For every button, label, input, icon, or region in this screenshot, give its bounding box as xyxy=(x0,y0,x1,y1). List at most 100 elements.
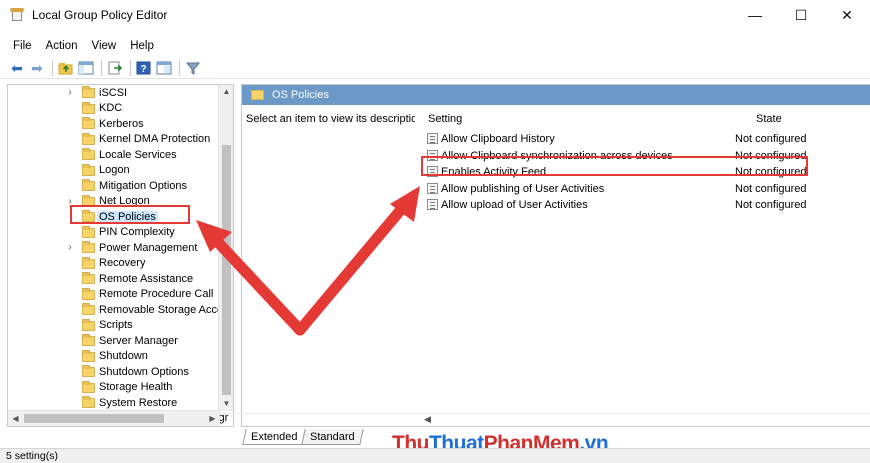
tab-extended[interactable]: Extended xyxy=(242,429,307,445)
tree-item[interactable]: KDC xyxy=(8,101,220,117)
folder-icon xyxy=(82,117,95,129)
setting-name: Allow publishing of User Activities xyxy=(441,182,605,195)
export-list-icon[interactable] xyxy=(106,59,124,77)
tree-item[interactable]: › iSCSI xyxy=(8,85,220,101)
setting-row[interactable]: Allow upload of User Activities Not confi… xyxy=(427,197,857,213)
tree-item[interactable]: Kerberos xyxy=(8,116,220,132)
tree-item[interactable]: Recovery xyxy=(8,256,220,272)
scroll-thumb[interactable] xyxy=(222,145,231,395)
expand-chevron-icon[interactable]: › xyxy=(65,242,75,253)
details-pane: OS Policies Select an item to view its d… xyxy=(241,84,870,427)
tree-item-label: Kerberos xyxy=(99,117,144,130)
setting-state: Not configured xyxy=(735,199,807,211)
folder-icon xyxy=(82,179,95,191)
tree-item-label: Locale Services xyxy=(99,148,177,161)
folder-icon xyxy=(82,272,95,284)
tree-item[interactable]: Removable Storage Access xyxy=(8,302,233,318)
menu-action[interactable]: Action xyxy=(39,40,85,52)
tree-item-label: Recovery xyxy=(99,257,146,270)
minimize-button[interactable]: — xyxy=(732,0,778,30)
expand-chevron-icon[interactable]: › xyxy=(65,87,75,98)
setting-state: Not configured xyxy=(735,182,807,195)
tab-standard[interactable]: Standard xyxy=(301,429,364,445)
maximize-button[interactable]: ☐ xyxy=(778,0,824,30)
tree-item[interactable]: Locale Services xyxy=(8,147,220,163)
tree-item[interactable]: Remote Procedure Call xyxy=(8,287,220,303)
forward-arrow-icon[interactable]: ➡ xyxy=(28,59,46,77)
folder-icon xyxy=(82,349,95,362)
tree-item-label: Kernel DMA Protection xyxy=(99,133,211,146)
scroll-left-icon[interactable]: ◀ xyxy=(424,414,431,425)
tree-item-label: PIN Complexity xyxy=(99,226,175,239)
scroll-up-icon[interactable]: ▲ xyxy=(219,85,233,99)
tree-item-label: KDC xyxy=(99,102,123,115)
title-bar: Local Group Policy Editor — ☐ ✕ xyxy=(0,0,870,30)
toolbar: ⬅ ➡ ? xyxy=(0,57,870,79)
tree-item-label: Shutdown xyxy=(99,350,148,363)
tree-item-label: Storage Health xyxy=(99,381,173,394)
tree-item-label: iSCSI xyxy=(99,86,128,99)
help-icon[interactable]: ? xyxy=(135,59,153,77)
menu-help[interactable]: Help xyxy=(123,40,161,52)
policy-tree-pane[interactable]: › iSCSI KDC Kerberos Kernel DMA Protection Lo… xyxy=(7,84,234,427)
column-setting[interactable]: Setting xyxy=(428,113,462,125)
folder-icon xyxy=(82,334,95,346)
tree-item[interactable]: Shutdown xyxy=(8,349,220,365)
menu-bar: File Action View Help xyxy=(0,36,161,56)
tree-item-label: Server Manager xyxy=(99,334,178,347)
policy-setting-icon xyxy=(427,133,438,144)
scroll-thumb[interactable] xyxy=(24,414,164,423)
folder-icon xyxy=(82,380,95,393)
tree-item-label: Power Management xyxy=(99,241,198,254)
tree-item-label: Removable Storage Access xyxy=(99,303,234,316)
folder-up-icon[interactable] xyxy=(57,59,75,77)
status-bar: 5 setting(s) xyxy=(0,448,870,463)
tree-item[interactable]: Mitigation Options xyxy=(8,178,220,194)
setting-row[interactable]: Allow publishing of User Activities Not c… xyxy=(427,181,857,197)
group-policy-icon xyxy=(10,8,24,22)
setting-row[interactable]: Allow Clipboard History Not configured xyxy=(427,131,857,147)
folder-icon xyxy=(82,241,95,253)
extended-view-icon[interactable] xyxy=(155,59,173,77)
scroll-left-icon[interactable]: ◀ xyxy=(8,411,23,426)
folder-icon xyxy=(82,101,95,114)
tree-item-label: Remote Procedure Call xyxy=(99,288,214,301)
tree-item[interactable]: Kernel DMA Protection xyxy=(8,132,220,148)
tree-vertical-scrollbar[interactable]: ▲ ▼ xyxy=(218,85,233,411)
list-column-header: Setting State xyxy=(415,110,870,128)
tree-item[interactable]: Remote Assistance xyxy=(8,271,220,287)
folder-icon xyxy=(82,163,95,176)
tree-item[interactable]: PIN Complexity xyxy=(8,225,220,241)
folder-icon xyxy=(82,396,95,408)
policy-tree: › iSCSI KDC Kerberos Kernel DMA Protection Lo… xyxy=(8,85,233,426)
folder-icon xyxy=(82,148,95,160)
menu-file[interactable]: File xyxy=(6,40,39,52)
column-state[interactable]: State xyxy=(756,113,782,125)
tree-item-label: System Restore xyxy=(99,396,178,409)
tree-item[interactable]: System Restore xyxy=(8,395,220,411)
svg-text:?: ? xyxy=(140,64,146,75)
tree-item[interactable]: › Power Management xyxy=(8,240,220,256)
tree-item[interactable]: Scripts xyxy=(8,318,220,334)
folder-icon xyxy=(82,287,95,300)
back-arrow-icon[interactable]: ⬅ xyxy=(8,59,26,77)
list-horizontal-scrollbar[interactable]: ◀ xyxy=(180,413,870,427)
toolbar-separator xyxy=(130,59,131,76)
filter-icon[interactable] xyxy=(184,59,202,77)
toolbar-separator xyxy=(179,59,180,76)
view-tabs: Extended Standard xyxy=(242,429,364,447)
setting-name: Allow Clipboard History xyxy=(441,133,555,145)
folder-icon xyxy=(82,256,95,269)
close-button[interactable]: ✕ xyxy=(824,0,870,30)
menu-view[interactable]: View xyxy=(85,40,124,52)
tree-item[interactable]: Logon xyxy=(8,163,220,179)
scroll-down-icon[interactable]: ▼ xyxy=(219,397,233,411)
tree-item[interactable]: Storage Health xyxy=(8,380,220,396)
settings-list: Setting State Allow Clipboard History Not… xyxy=(415,105,870,415)
tree-item[interactable]: Shutdown Options xyxy=(8,364,220,380)
tree-item-label: Logon xyxy=(99,164,130,177)
tree-item[interactable]: Server Manager xyxy=(8,333,220,349)
show-hide-tree-icon[interactable] xyxy=(77,59,95,77)
folder-icon xyxy=(82,86,95,98)
tree-item-label: Remote Assistance xyxy=(99,272,194,285)
